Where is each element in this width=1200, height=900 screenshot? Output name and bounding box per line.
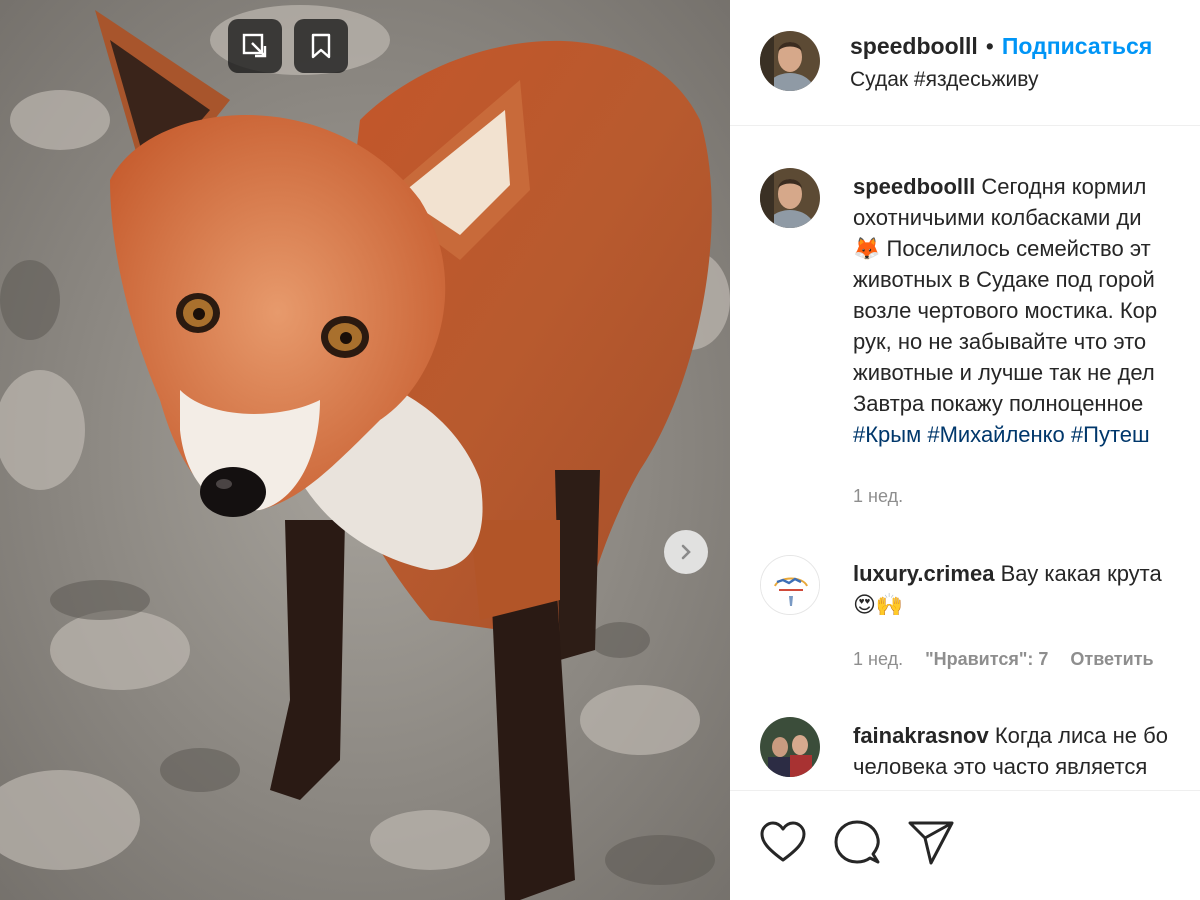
caption-avatar[interactable] bbox=[760, 168, 820, 228]
expand-icon bbox=[242, 33, 267, 58]
comment-icon bbox=[834, 820, 880, 864]
caption-line: животных в Судаке под горой bbox=[853, 267, 1155, 292]
caption-hashtags[interactable]: #Крым #Михайленко #Путеш bbox=[853, 419, 1200, 450]
commenter-avatar[interactable] bbox=[760, 555, 820, 615]
avatar-image bbox=[760, 31, 820, 91]
comment-author[interactable]: fainakrasnov bbox=[853, 723, 989, 748]
heart-icon bbox=[760, 821, 806, 862]
commenter-avatar[interactable] bbox=[760, 717, 820, 777]
caption-time[interactable]: 1 нед. bbox=[853, 486, 903, 506]
comment-body: Вау какая крута bbox=[1000, 561, 1162, 586]
post-photo[interactable] bbox=[0, 0, 730, 900]
comment-text: fainakrasnov Когда лиса не бо человека э… bbox=[853, 720, 1200, 782]
expand-button[interactable] bbox=[228, 19, 282, 73]
caption-line: охотничьими колбасками ди bbox=[853, 205, 1142, 230]
caption-line: Завтра покажу полноценное bbox=[853, 391, 1144, 416]
caption-line: возле чертового мостика. Кор bbox=[853, 298, 1158, 323]
caption-text: speedboolll Сегодня кормил охотничьими к… bbox=[853, 171, 1200, 450]
reply-button[interactable]: Ответить bbox=[1070, 649, 1153, 669]
comment-emoji: 😍🙌 bbox=[853, 592, 904, 617]
next-photo-button[interactable] bbox=[664, 530, 708, 574]
luxury-crimea-logo bbox=[761, 556, 819, 614]
header-names: speedboolll • Подписаться bbox=[850, 33, 1152, 60]
caption-meta: 1 нед. bbox=[853, 486, 925, 507]
comment-meta: 1 нед. "Нравится": 7 Ответить bbox=[853, 649, 1176, 670]
caption-author[interactable]: speedboolll bbox=[853, 174, 975, 199]
follow-button[interactable]: Подписаться bbox=[1002, 33, 1152, 59]
caption-line: рук, но не забывайте что это bbox=[853, 329, 1147, 354]
author-username[interactable]: speedboolll bbox=[850, 33, 978, 59]
actions-divider bbox=[730, 790, 1200, 791]
chevron-right-icon bbox=[681, 544, 691, 560]
save-media-button[interactable] bbox=[294, 19, 348, 73]
bookmark-icon bbox=[311, 33, 331, 59]
caption-line-text: Сегодня кормил bbox=[981, 174, 1147, 199]
like-button[interactable] bbox=[758, 818, 808, 868]
share-icon bbox=[908, 821, 954, 865]
comment-line: человека это часто является bbox=[853, 754, 1148, 779]
separator-dot: • bbox=[985, 33, 994, 59]
caption-line: 🦊 Поселилось семейство эт bbox=[853, 236, 1151, 261]
caption-line: speedboolll Сегодня кормил bbox=[853, 171, 1200, 202]
post-location[interactable]: Судак #яздесьживу bbox=[850, 68, 1039, 92]
share-button[interactable] bbox=[906, 818, 956, 868]
author-avatar[interactable] bbox=[760, 31, 820, 91]
comment-text: luxury.crimea Вау какая крута 😍🙌 bbox=[853, 558, 1200, 620]
caption-line: животные и лучше так не дел bbox=[853, 360, 1155, 385]
comment-likes[interactable]: "Нравится": 7 bbox=[925, 649, 1048, 669]
avatar-image bbox=[760, 168, 820, 228]
comment-line: fainakrasnov Когда лиса не бо bbox=[853, 720, 1200, 751]
comment-button[interactable] bbox=[832, 818, 882, 868]
avatar-image bbox=[760, 717, 820, 777]
comment-line: luxury.crimea Вау какая крута bbox=[853, 558, 1200, 589]
post-side-panel: speedboolll • Подписаться Судак #яздесьжив… bbox=[730, 0, 1200, 900]
comment-author[interactable]: luxury.crimea bbox=[853, 561, 994, 586]
fox-photo bbox=[0, 0, 730, 900]
comment-body: Когда лиса не бо bbox=[994, 723, 1168, 748]
post-header: speedboolll • Подписаться Судак #яздесьжив… bbox=[730, 0, 1200, 126]
comment-time[interactable]: 1 нед. bbox=[853, 649, 903, 669]
